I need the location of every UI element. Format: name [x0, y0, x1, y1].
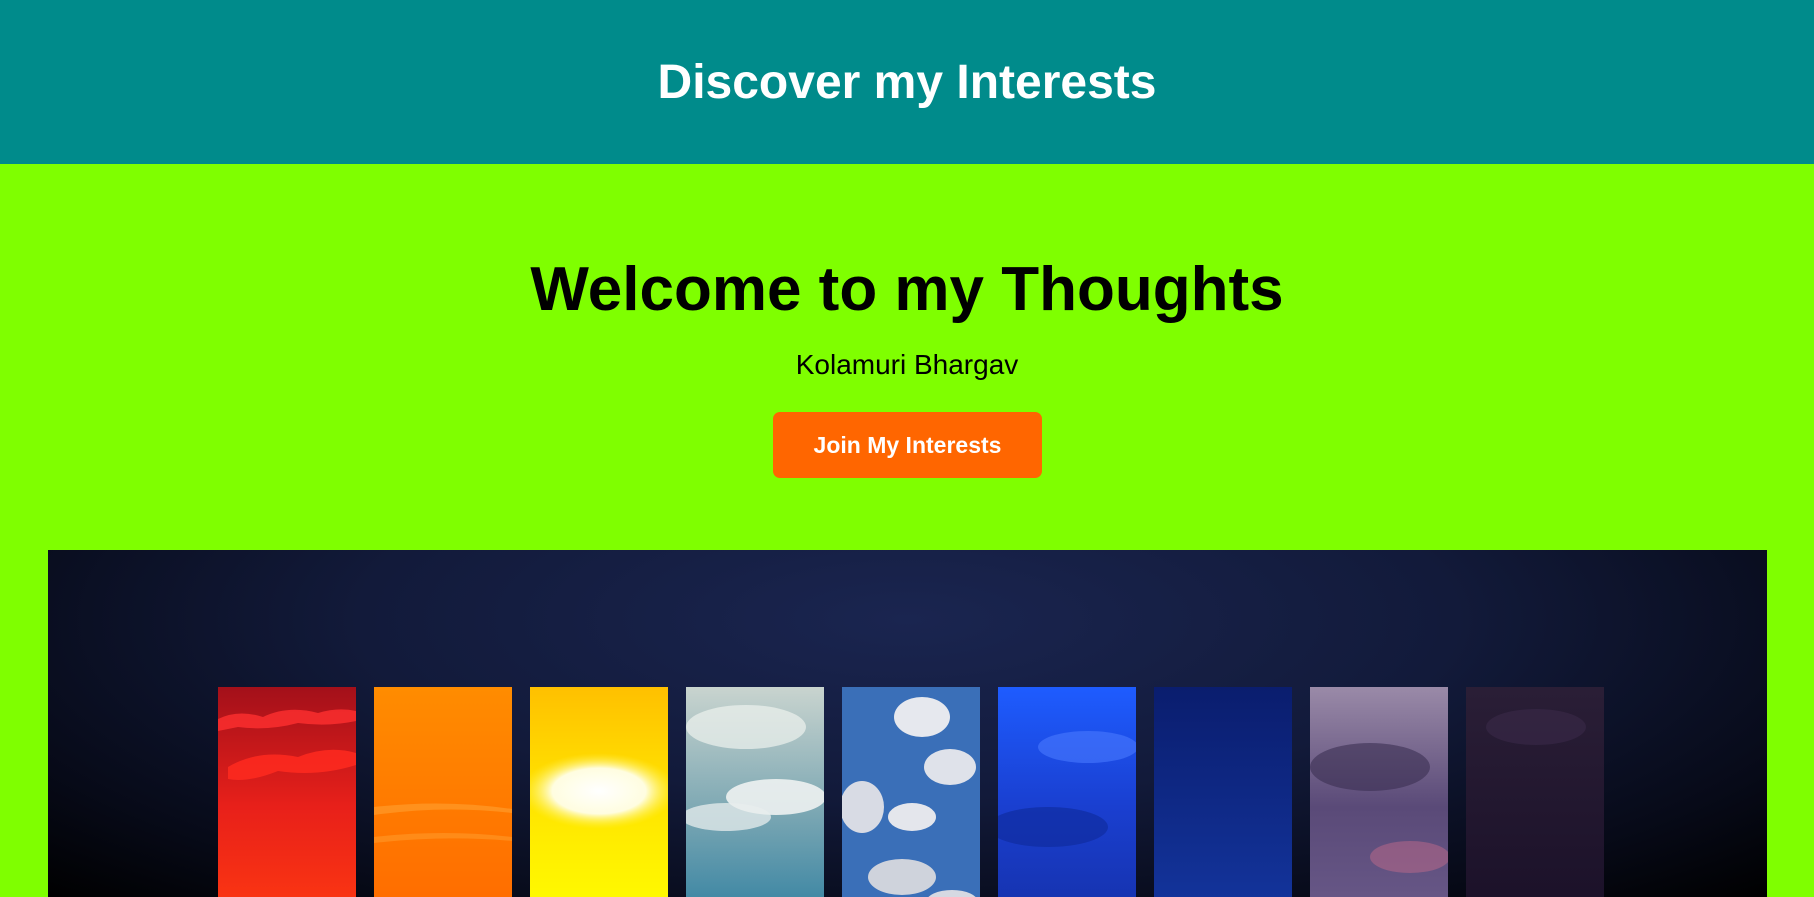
hero-section: Welcome to my Thoughts Kolamuri Bhargav …: [0, 164, 1814, 897]
sky-strip-red: [218, 687, 356, 897]
sky-strip-pale-clouds: [686, 687, 824, 897]
sky-strip-navy: [1154, 687, 1292, 897]
site-header: Discover my Interests: [0, 0, 1814, 164]
sky-strip-yellow: [530, 687, 668, 897]
sky-strip-dark: [1466, 687, 1604, 897]
sky-strip-orange: [374, 687, 512, 897]
sky-strips-image: [48, 550, 1767, 897]
hero-title: Welcome to my Thoughts: [530, 255, 1284, 324]
sky-strip-blue-clouds: [842, 687, 980, 897]
author-name: Kolamuri Bhargav: [795, 349, 1019, 380]
sky-strip-bright-blue: [998, 687, 1136, 897]
site-title: Discover my Interests: [657, 55, 1157, 109]
sky-strip-purple: [1310, 687, 1448, 897]
join-interests-button[interactable]: Join My Interests: [773, 412, 1042, 478]
